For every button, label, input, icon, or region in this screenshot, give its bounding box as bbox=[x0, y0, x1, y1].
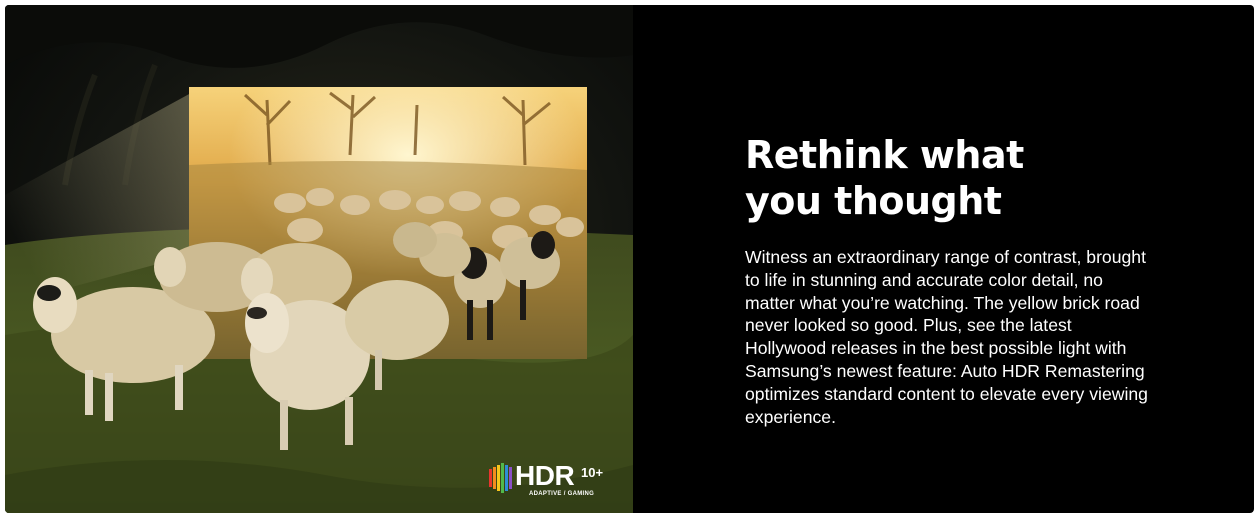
hdr-logo-suffix: 10+ bbox=[581, 465, 604, 480]
hdr-logo-word: HDR bbox=[515, 460, 575, 491]
feature-headline: Rethink what you thought bbox=[745, 133, 1024, 223]
hdr-logo-subtitle: ADAPTIVE / GAMING bbox=[529, 491, 595, 497]
feature-description: Witness an extraordinary range of contra… bbox=[745, 247, 1148, 427]
feature-copy: Rethink what you thought Witness an extr… bbox=[745, 132, 1205, 428]
sheep-herd-tv-image bbox=[5, 5, 633, 513]
feature-banner: HDR 10+ ADAPTIVE / GAMING Rethink what y… bbox=[5, 5, 1254, 513]
product-image: HDR 10+ ADAPTIVE / GAMING bbox=[5, 5, 633, 513]
hdr-color-stripes-icon bbox=[489, 463, 512, 493]
hdr10-plus-logo: HDR 10+ ADAPTIVE / GAMING bbox=[489, 459, 629, 503]
